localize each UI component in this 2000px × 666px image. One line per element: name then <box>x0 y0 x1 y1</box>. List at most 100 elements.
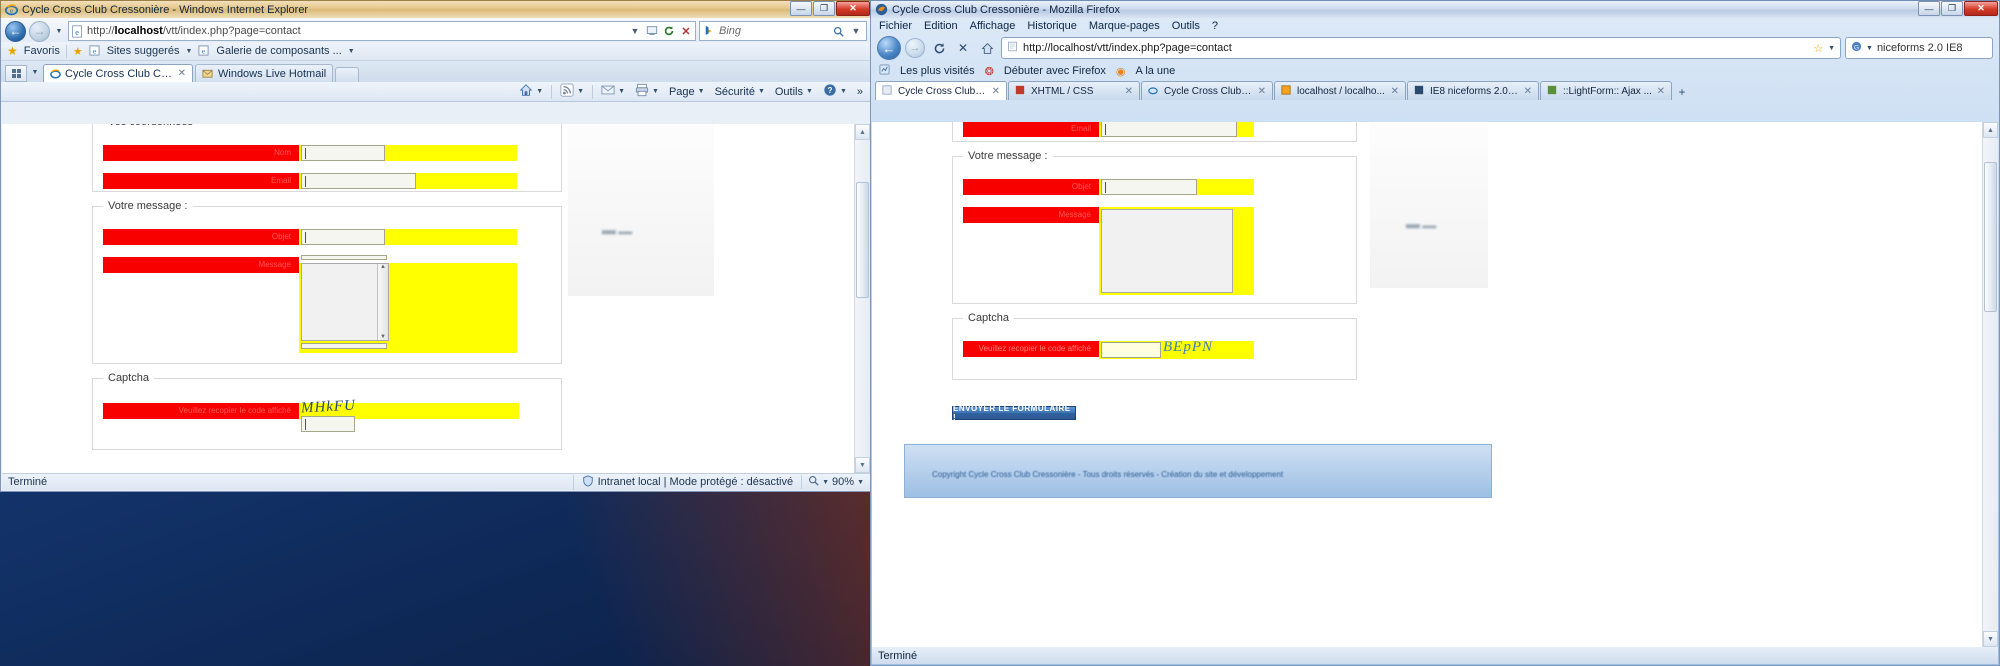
ff-tab-3[interactable]: localhost / localho... ✕ <box>1274 81 1406 100</box>
scroll-up-icon[interactable]: ▲ <box>380 264 386 270</box>
favorites-item-gallery[interactable]: Galerie de composants ... <box>216 45 341 57</box>
chevron-down-icon[interactable]: ▼ <box>1828 45 1835 52</box>
ff-reload-icon[interactable] <box>929 38 949 58</box>
field-captcha[interactable]: BEpPN <box>1099 339 1254 359</box>
stop-icon[interactable]: ✕ <box>679 22 693 40</box>
tab-list-dropdown-icon[interactable]: ▼ <box>29 62 41 82</box>
back-button[interactable]: ← <box>5 20 26 42</box>
favorites-star-icon[interactable]: ★ <box>7 44 18 58</box>
internet-explorer-window[interactable]: e Cycle Cross Club Cressonière - Windows… <box>0 0 872 492</box>
scroll-down-icon[interactable]: ▼ <box>855 457 870 473</box>
feeds-button[interactable]: ▼ <box>556 83 588 100</box>
chevron-down-icon[interactable]: ▼ <box>840 88 847 95</box>
ff-menu-affichage[interactable]: Affichage <box>970 20 1016 32</box>
ff-menu-historique[interactable]: Historique <box>1027 20 1077 32</box>
recent-pages-dropdown-icon[interactable]: ▼ <box>53 21 65 41</box>
field-email[interactable] <box>1099 122 1254 137</box>
input-nom[interactable] <box>301 145 385 161</box>
close-icon[interactable]: ✕ <box>1657 86 1665 97</box>
ff-back-button[interactable]: ← <box>877 36 901 60</box>
ff-titlebar[interactable]: Cycle Cross Club Cressonière - Mozilla F… <box>870 0 2000 18</box>
input-email[interactable] <box>1101 122 1237 137</box>
refresh-icon[interactable] <box>662 22 676 40</box>
tools-menu-button[interactable]: Outils ▼ <box>771 83 817 100</box>
textarea-message[interactable] <box>1101 209 1233 293</box>
print-button[interactable]: ▼ <box>631 83 663 100</box>
ff-home-icon[interactable] <box>977 38 997 58</box>
ff-caption-buttons[interactable]: — ❐ ✕ <box>1918 1 1998 16</box>
ie-search-box[interactable]: Bing ▼ <box>699 21 867 41</box>
input-email[interactable] <box>301 173 416 189</box>
ie-tab-0[interactable]: Cycle Cross Club Cress... ✕ <box>43 64 193 82</box>
close-icon[interactable]: ✕ <box>992 86 1000 97</box>
field-objet[interactable] <box>299 229 517 245</box>
chevron-down-icon[interactable]: ▼ <box>822 479 829 486</box>
ff-menu-aide[interactable]: ? <box>1212 20 1218 32</box>
search-placeholder[interactable]: Bing <box>719 25 827 37</box>
field-nom[interactable] <box>299 145 517 161</box>
input-objet[interactable] <box>301 229 385 245</box>
expand-command-bar-button[interactable]: » <box>853 83 867 100</box>
chevron-down-icon[interactable]: ▼ <box>698 88 705 95</box>
search-provider-dropdown-icon[interactable]: ▼ <box>849 22 863 40</box>
bookmark-debuter-avec-firefox[interactable]: Débuter avec Firefox <box>1004 65 1106 77</box>
add-to-favorites-icon[interactable]: ★ <box>73 45 83 58</box>
submit-button[interactable]: ENVOYER LE FORMULAIRE ! <box>952 404 1076 422</box>
ff-close-button[interactable]: ✕ <box>1964 1 1998 16</box>
search-submit-icon[interactable] <box>831 22 845 40</box>
ff-vertical-scrollbar[interactable]: ▲ ▼ <box>1982 122 1998 647</box>
field-message[interactable]: ▲ ▼ <box>299 255 517 353</box>
scroll-down-icon[interactable]: ▼ <box>1983 631 1998 647</box>
ff-new-tab-button[interactable]: + <box>1673 83 1691 100</box>
scroll-up-icon[interactable]: ▲ <box>1983 122 1998 138</box>
chevron-down-icon[interactable]: ▼ <box>536 88 543 95</box>
chevron-down-icon[interactable]: ▼ <box>652 88 659 95</box>
firefox-window[interactable]: Cycle Cross Club Cressonière - Mozilla F… <box>870 0 2000 666</box>
field-objet[interactable] <box>1099 179 1254 195</box>
bookmark-star-icon[interactable]: ☆ <box>1813 42 1823 55</box>
field-message[interactable] <box>1099 207 1254 295</box>
chevron-down-icon[interactable]: ▼ <box>758 88 765 95</box>
ie-caption-buttons[interactable]: — ❐ ✕ <box>790 1 870 16</box>
ie-close-button[interactable]: ✕ <box>836 1 870 16</box>
ff-stop-icon[interactable]: ✕ <box>953 38 973 58</box>
chevron-down-icon[interactable]: ▼ <box>1866 45 1873 52</box>
new-tab-button[interactable] <box>335 67 360 82</box>
security-menu-button[interactable]: Sécurité ▼ <box>711 83 769 100</box>
close-icon[interactable]: ✕ <box>1524 86 1532 97</box>
ie-zoom-control[interactable]: ▼ 90% ▼ <box>801 475 870 489</box>
page-menu-button[interactable]: Page ▼ <box>665 83 709 100</box>
ff-url-bar[interactable]: http://localhost/vtt/index.php?page=cont… <box>1001 37 1841 59</box>
ie-tab-1[interactable]: Windows Live Hotmail <box>195 64 334 82</box>
ff-tab-0[interactable]: Cycle Cross Club C... ✕ <box>875 81 1007 100</box>
ff-menu-outils[interactable]: Outils <box>1172 20 1200 32</box>
ff-url-text[interactable]: http://localhost/vtt/index.php?page=cont… <box>1023 42 1808 54</box>
ff-tab-2[interactable]: Cycle Cross Club C... ✕ <box>1141 81 1273 100</box>
field-captcha[interactable]: MHkFU <box>299 398 519 432</box>
scroll-up-icon[interactable]: ▲ <box>855 124 870 140</box>
textarea-message[interactable]: ▲ ▼ <box>301 263 389 341</box>
quick-tabs-button[interactable] <box>5 65 27 82</box>
read-mail-button[interactable]: ▼ <box>597 83 629 100</box>
ie-maximize-button[interactable]: ❐ <box>813 1 835 16</box>
ff-search-box[interactable]: G ▼ niceforms 2.0 IE8 <box>1845 37 1993 59</box>
ff-minimize-button[interactable]: — <box>1918 1 1940 16</box>
ff-tab-4[interactable]: IE8 niceforms 2.0 - ... ✕ <box>1407 81 1539 100</box>
chevron-down-icon[interactable]: ▼ <box>185 48 192 55</box>
field-email[interactable] <box>299 173 517 189</box>
bookmark-les-plus-visites[interactable]: Les plus visités <box>900 65 975 77</box>
ie-titlebar[interactable]: e Cycle Cross Club Cressonière - Windows… <box>0 0 872 18</box>
ff-menu-edition[interactable]: Edition <box>924 20 958 32</box>
ff-menu-marque-pages[interactable]: Marque-pages <box>1089 20 1160 32</box>
favorites-label[interactable]: Favoris <box>24 45 60 57</box>
scroll-down-icon[interactable]: ▼ <box>380 334 386 340</box>
close-icon[interactable]: ✕ <box>1258 86 1266 97</box>
address-dropdown-icon[interactable]: ▼ <box>628 22 642 40</box>
ie-security-zone[interactable]: Intranet local | Mode protégé : désactiv… <box>572 474 801 490</box>
close-icon[interactable]: ✕ <box>1391 86 1399 97</box>
ff-tab-1[interactable]: XHTML / CSS ✕ <box>1008 81 1140 100</box>
ff-menu-fichier[interactable]: Fichier <box>879 20 912 32</box>
input-objet[interactable] <box>1101 179 1197 195</box>
chevron-down-icon[interactable]: ▼ <box>618 88 625 95</box>
address-text[interactable]: http://localhost/vtt/index.php?page=cont… <box>87 25 625 37</box>
